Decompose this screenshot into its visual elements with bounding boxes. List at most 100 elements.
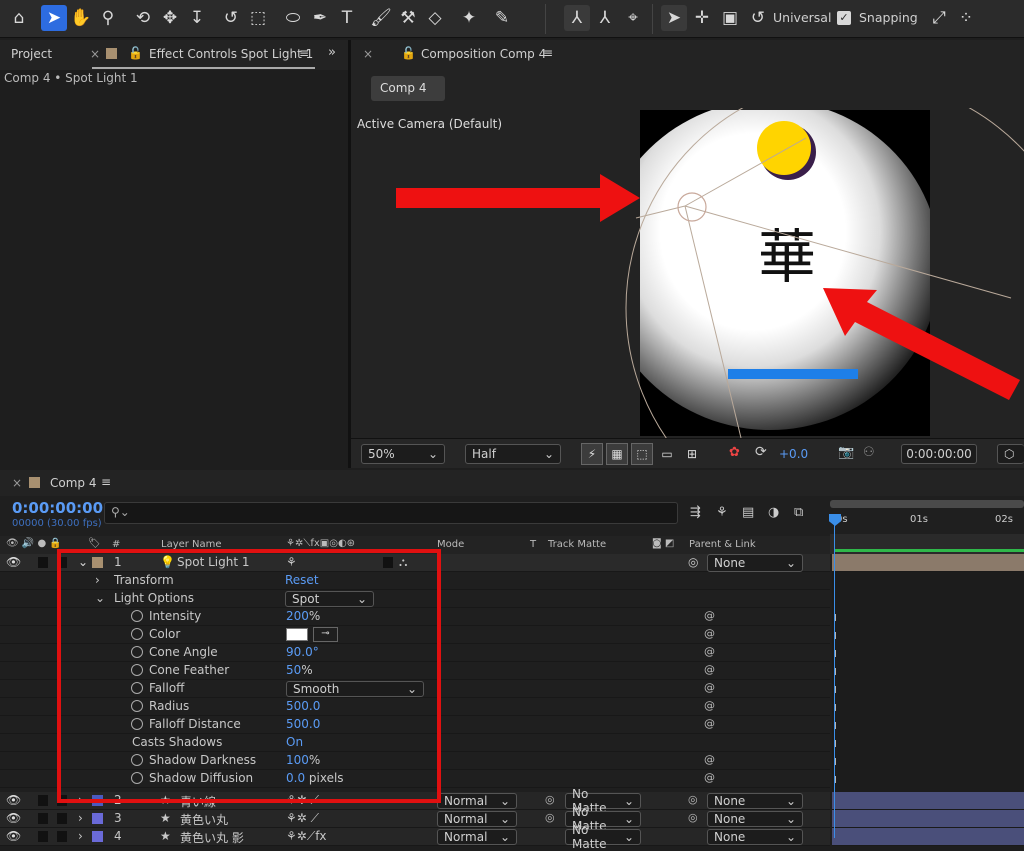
parent-dropdown[interactable]: None ⌄ <box>707 829 803 845</box>
eye-icon[interactable]: 👁 <box>6 793 21 807</box>
close-icon[interactable]: × <box>90 47 100 61</box>
show-snapshot-icon[interactable]: ⚇ <box>863 445 875 460</box>
panel-menu-icon[interactable]: ≡ <box>299 46 309 60</box>
snap-grid-icon[interactable]: ⁘ <box>953 5 979 31</box>
label-color-swatch[interactable] <box>92 831 103 842</box>
type-tool-icon[interactable]: T <box>334 5 360 31</box>
brush-tool-icon[interactable]: 🖌 <box>368 5 394 31</box>
layer-2-track[interactable] <box>832 792 1024 810</box>
zoom-dropdown[interactable]: 50% ⌄ <box>361 444 445 464</box>
scale-gizmo-icon[interactable]: ▣ <box>717 5 743 31</box>
graph-editor-icon[interactable]: ⧉ <box>794 505 803 520</box>
move-gizmo-icon[interactable]: ✛ <box>689 5 715 31</box>
panel-menu-icon[interactable]: ≡ <box>543 46 553 60</box>
expression-pickwhip-icon[interactable]: @ <box>704 753 716 766</box>
eye-icon[interactable]: 👁 <box>6 829 21 843</box>
layer-4-track[interactable] <box>832 828 1024 846</box>
chevrons-right-icon[interactable]: » <box>328 45 336 60</box>
3d-view-icon[interactable]: ⬡ <box>997 444 1024 464</box>
fast-preview-icon[interactable]: ⚡ <box>581 443 603 465</box>
layer-name[interactable]: 黄色い丸 <box>180 811 228 828</box>
hand-tool-icon[interactable]: ✋ <box>68 5 94 31</box>
motion-blur-icon[interactable]: ◑ <box>768 505 779 520</box>
expression-pickwhip-icon[interactable]: @ <box>704 645 716 658</box>
matte-link-icon[interactable]: ◎ <box>545 793 555 806</box>
time-ruler[interactable]: 0s 01s 02s <box>830 500 1024 534</box>
solo-switch[interactable] <box>38 795 48 806</box>
world-axis-icon[interactable]: ⅄ <box>592 5 618 31</box>
rotate-tool-icon[interactable]: ↺ <box>218 5 244 31</box>
lock-switch[interactable] <box>57 813 67 824</box>
parent-dropdown[interactable]: None ⌄ <box>707 793 803 809</box>
eye-icon[interactable]: 👁 <box>6 555 21 569</box>
universal-select-icon[interactable]: ➤ <box>661 5 687 31</box>
reset-exposure-icon[interactable]: ⟳ <box>755 444 767 460</box>
track-matte-dropdown[interactable]: No Matte ⌄ <box>565 823 641 851</box>
expression-pickwhip-icon[interactable]: @ <box>704 609 716 622</box>
home-icon[interactable]: ⌂ <box>6 5 32 31</box>
timeline-timecode[interactable]: 0:00:00:00 <box>12 499 103 517</box>
frame-blending-icon[interactable]: ▤ <box>742 505 754 520</box>
layer-switches-icon[interactable]: ⚘✲ ⟋ <box>286 811 319 826</box>
pick-whip-icon[interactable]: ◎ <box>688 555 698 569</box>
clone-stamp-icon[interactable]: ⚒ <box>395 5 421 31</box>
close-icon[interactable]: × <box>12 476 22 490</box>
comp-4-button[interactable]: Comp 4 <box>371 76 445 101</box>
chevron-right-icon[interactable]: › <box>78 811 83 825</box>
pen-tool-icon[interactable]: ✒ <box>307 5 333 31</box>
transparency-grid-icon[interactable]: ▦ <box>606 443 628 465</box>
layer-switches-icon[interactable]: ⚘✲⟋fx <box>286 829 327 844</box>
zoom-tool-icon[interactable]: ⚲ <box>95 5 121 31</box>
pick-whip-icon[interactable]: ◎ <box>688 793 698 806</box>
lock-icon[interactable]: 🔓 <box>128 46 143 60</box>
mask-visibility-icon[interactable]: ⬚ <box>631 443 653 465</box>
tab-project[interactable]: Project <box>11 47 52 61</box>
channels-icon[interactable]: ✿ <box>729 445 740 460</box>
local-axis-icon[interactable]: ⅄ <box>564 5 590 31</box>
label-color-swatch[interactable] <box>92 813 103 824</box>
view-axis-icon[interactable]: ⌖ <box>620 5 646 31</box>
comp-mini-flowchart-icon[interactable]: ⇶ <box>690 505 701 520</box>
exposure-value[interactable]: +0.0 <box>779 447 808 461</box>
region-of-interest-icon[interactable]: ▭ <box>656 443 678 465</box>
expression-pickwhip-icon[interactable]: @ <box>704 699 716 712</box>
matte-link-icon[interactable]: ◎ <box>545 811 555 824</box>
mode-dropdown[interactable]: Normal ⌄ <box>437 829 517 845</box>
layer-1-track[interactable] <box>832 554 1024 572</box>
pan-camera-icon[interactable]: ✥ <box>157 5 183 31</box>
mode-dropdown[interactable]: Normal ⌄ <box>437 811 517 827</box>
tab-effect-controls[interactable]: Effect Controls Spot Light 1 <box>149 47 313 61</box>
roto-brush-icon[interactable]: ✦ <box>456 5 482 31</box>
eye-icon[interactable]: 👁 <box>6 811 21 825</box>
orbit-camera-icon[interactable]: ⟲ <box>130 5 156 31</box>
selection-tool-icon[interactable]: ➤ <box>41 5 67 31</box>
grid-guides-icon[interactable]: ⊞ <box>681 443 703 465</box>
table-row[interactable]: 👁 › 4 ★ 黄色い丸 影 ⚘✲⟋fx <box>0 828 830 846</box>
close-icon[interactable]: × <box>363 47 373 61</box>
expression-pickwhip-icon[interactable]: @ <box>704 681 716 694</box>
expression-pickwhip-icon[interactable]: @ <box>704 771 716 784</box>
solo-switch[interactable] <box>38 813 48 824</box>
snap-edges-icon[interactable]: ⤢ <box>926 5 952 31</box>
snapping-checkbox[interactable]: ✓ <box>837 11 851 25</box>
expression-pickwhip-icon[interactable]: @ <box>704 717 716 730</box>
rotate-gizmo-icon[interactable]: ↺ <box>745 5 771 31</box>
expression-pickwhip-icon[interactable]: @ <box>704 627 716 640</box>
timeline-search-input[interactable]: ⚲⌄ <box>104 502 678 524</box>
eraser-tool-icon[interactable]: ◇ <box>422 5 448 31</box>
dolly-camera-icon[interactable]: ↧ <box>184 5 210 31</box>
solo-switch[interactable] <box>38 557 48 568</box>
mode-dropdown[interactable]: Normal ⌄ <box>437 793 517 809</box>
snapshot-camera-icon[interactable]: 📷 <box>838 445 854 460</box>
resolution-dropdown[interactable]: Half ⌄ <box>465 444 561 464</box>
lock-switch[interactable] <box>57 831 67 842</box>
work-area-bar[interactable] <box>830 500 1024 508</box>
tab-comp-4[interactable]: Comp 4 <box>50 476 96 490</box>
layer-3-track[interactable] <box>832 810 1024 828</box>
lock-icon[interactable]: 🔓 <box>401 46 416 60</box>
chevron-right-icon[interactable]: › <box>78 829 83 843</box>
puppet-pin-icon[interactable]: ✎ <box>489 5 515 31</box>
shy-layers-icon[interactable]: ⚘ <box>716 505 728 520</box>
expression-pickwhip-icon[interactable]: @ <box>704 663 716 676</box>
parent-dropdown[interactable]: None ⌄ <box>707 811 803 827</box>
